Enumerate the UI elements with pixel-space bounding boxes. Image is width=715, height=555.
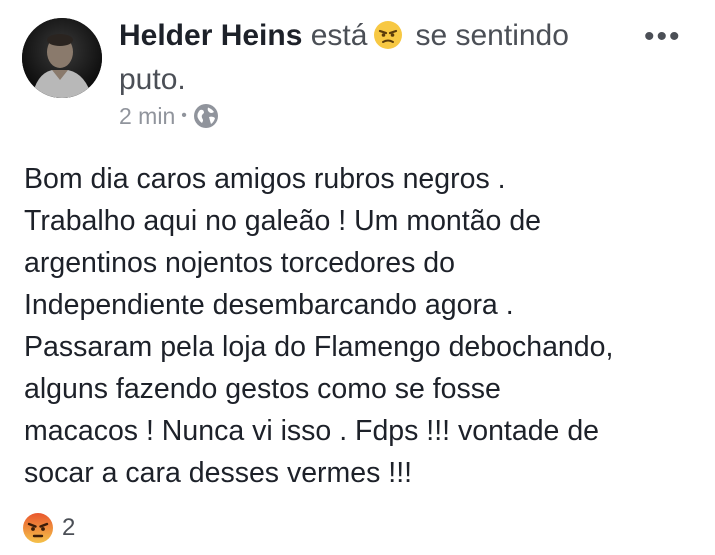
- post-meta: 2 min •: [119, 101, 219, 131]
- angry-reaction-icon: [23, 513, 53, 543]
- feeling-word[interactable]: puto.: [119, 63, 186, 96]
- angry-face-icon: [374, 21, 403, 49]
- post-timestamp[interactable]: 2 min: [119, 101, 175, 131]
- post-header: Helder Heins está se sentindo puto.: [119, 14, 619, 102]
- avatar-photo: [22, 18, 102, 98]
- globe-icon[interactable]: [193, 103, 219, 129]
- author-name[interactable]: Helder Heins: [119, 19, 302, 52]
- post-options-menu[interactable]: •••: [644, 22, 682, 52]
- reactions-summary[interactable]: 2: [22, 512, 75, 544]
- reaction-count: 2: [62, 514, 76, 541]
- meta-separator: •: [181, 107, 187, 124]
- feeling-prefix: está: [310, 19, 368, 52]
- feeling-suffix: se sentindo: [415, 19, 569, 52]
- author-avatar[interactable]: [22, 18, 102, 98]
- post-body-text: Bom dia caros amigos rubros negros . Tra…: [24, 163, 614, 489]
